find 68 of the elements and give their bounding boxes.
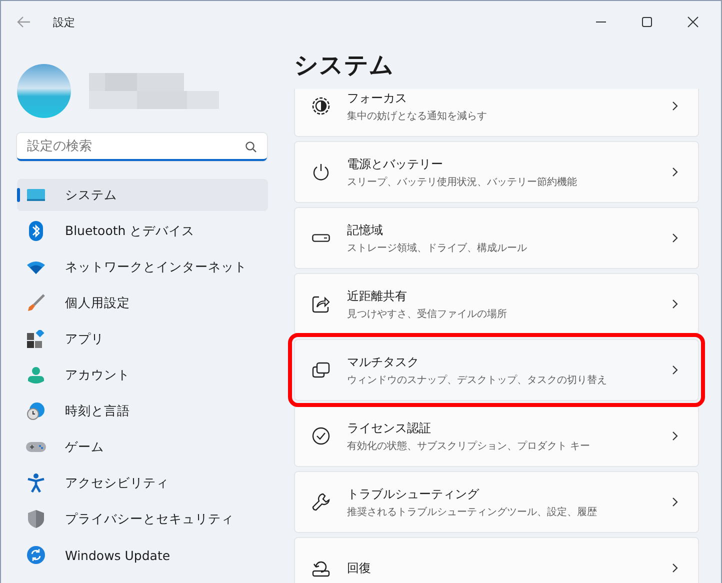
person-icon bbox=[28, 366, 44, 384]
back-arrow-icon[interactable] bbox=[17, 16, 31, 28]
window-title: 設定 bbox=[53, 14, 75, 30]
chevron-right-icon bbox=[672, 233, 678, 243]
power-icon bbox=[312, 163, 330, 181]
setting-description: ストレージ領域、ドライブ、構成ルール bbox=[347, 242, 528, 254]
search-field[interactable]: 設定の検索 bbox=[17, 133, 267, 161]
setting-description: スリープ、バッテリ使用状況、バッテリー節約機能 bbox=[347, 176, 578, 188]
checkmark-circle-icon bbox=[312, 427, 330, 445]
setting-title: フォーカス bbox=[347, 90, 408, 106]
chevron-right-icon bbox=[672, 365, 678, 375]
paintbrush-icon bbox=[27, 294, 45, 312]
setting-description: 見つけやすさ、受信ファイルの場所 bbox=[347, 308, 508, 320]
sidebar-item[interactable]: 時刻と言語 bbox=[17, 395, 268, 427]
setting-description: 集中の妨げとなる通知を減らす bbox=[347, 110, 488, 122]
sidebar-item[interactable]: アクセシビリティ bbox=[17, 467, 268, 499]
chevron-right-icon bbox=[672, 299, 678, 309]
accessibility-icon bbox=[27, 473, 45, 493]
sidebar-item[interactable]: ゲーム bbox=[17, 431, 268, 463]
setting-title: 電源とバッテリー bbox=[347, 156, 444, 172]
settings-card[interactable]: 近距離共有 見つけやすさ、受信ファイルの場所 bbox=[294, 273, 699, 335]
chevron-right-icon bbox=[672, 497, 678, 507]
drive-icon bbox=[312, 234, 330, 242]
settings-card[interactable]: 電源とバッテリー スリープ、バッテリ使用状況、バッテリー節約機能 bbox=[294, 141, 699, 203]
sidebar-item[interactable]: 個人用設定 bbox=[17, 287, 268, 319]
setting-description: 有効化の状態、サブスクリプション、プロダクト キー bbox=[347, 440, 592, 452]
bluetooth-icon bbox=[29, 221, 43, 241]
recovery-drive-icon bbox=[312, 559, 330, 577]
settings-card[interactable]: ライセンス認証 有効化の状態、サブスクリプション、プロダクト キー bbox=[294, 405, 699, 467]
sidebar-item[interactable]: Windows Update bbox=[17, 539, 268, 571]
sidebar-item[interactable]: アカウント bbox=[17, 359, 268, 391]
focus-icon bbox=[312, 97, 330, 115]
wifi-icon bbox=[27, 260, 45, 274]
close-icon[interactable] bbox=[687, 16, 699, 28]
sidebar-item[interactable]: システム bbox=[17, 179, 268, 211]
globe-clock-icon bbox=[27, 402, 45, 420]
chevron-right-icon bbox=[672, 167, 678, 177]
maximize-icon[interactable] bbox=[641, 16, 653, 28]
apps-icon bbox=[27, 330, 45, 348]
setting-title: マルチタスク bbox=[347, 354, 420, 370]
setting-description: 推奨されるトラブルシューティングツール、設定、履歴 bbox=[347, 506, 598, 518]
monitor-icon bbox=[26, 187, 46, 203]
sidebar-item[interactable]: ネットワークとインターネット bbox=[17, 251, 268, 283]
multitask-windows-icon bbox=[312, 362, 330, 378]
page-title: システム bbox=[294, 51, 395, 79]
sync-icon bbox=[27, 546, 45, 564]
settings-card[interactable]: フォーカス 集中の妨げとなる通知を減らす bbox=[294, 89, 699, 137]
sidebar-item[interactable]: Bluetooth とデバイス bbox=[17, 215, 268, 247]
wrench-icon bbox=[312, 493, 330, 511]
shield-icon bbox=[28, 510, 44, 528]
setting-title: 回復 bbox=[347, 560, 372, 576]
settings-card[interactable]: 記憶域 ストレージ領域、ドライブ、構成ルール bbox=[294, 207, 699, 269]
setting-title: トラブルシューティング bbox=[347, 486, 480, 502]
setting-description: ウィンドウのスナップ、デスクトップ、タスクの切り替え bbox=[347, 374, 608, 386]
setting-title: ライセンス認証 bbox=[347, 420, 432, 436]
chevron-right-icon bbox=[672, 563, 678, 573]
settings-card[interactable]: 回復 bbox=[294, 537, 699, 583]
search-icon bbox=[245, 141, 257, 153]
settings-card[interactable]: トラブルシューティング 推奨されるトラブルシューティングツール、設定、履歴 bbox=[294, 471, 699, 533]
chevron-right-icon bbox=[672, 431, 678, 441]
setting-title: 近距離共有 bbox=[347, 288, 408, 304]
avatar-placeholder bbox=[17, 64, 71, 118]
gamepad-icon bbox=[26, 441, 46, 453]
setting-title: 記憶域 bbox=[347, 222, 384, 238]
sidebar-item[interactable]: プライバシーとセキュリティ bbox=[17, 503, 268, 535]
sidebar-item[interactable]: アプリ bbox=[17, 323, 268, 355]
share-icon bbox=[312, 295, 330, 313]
chevron-right-icon bbox=[672, 101, 678, 111]
